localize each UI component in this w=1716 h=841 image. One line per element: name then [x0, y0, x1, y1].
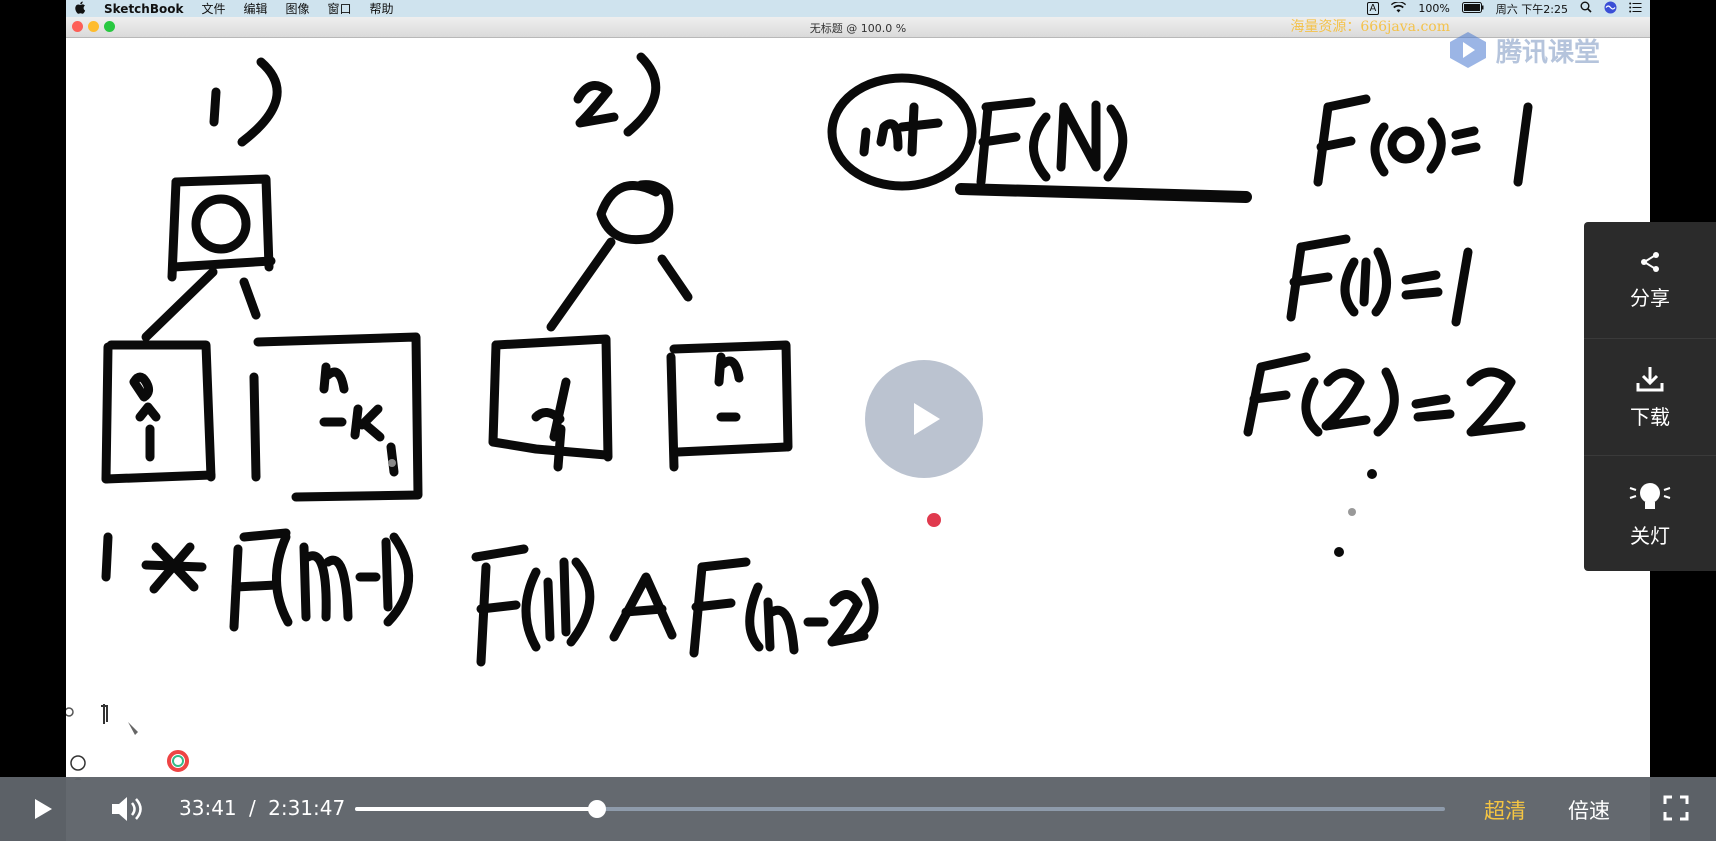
share-button[interactable]: 分享	[1584, 222, 1716, 339]
download-button[interactable]: 下载	[1584, 339, 1716, 456]
side-action-panel: 分享 下载 关灯	[1584, 222, 1716, 571]
play-icon	[914, 403, 940, 435]
wifi-icon[interactable]	[1391, 0, 1407, 16]
spotlight-search-icon[interactable]	[1580, 1, 1592, 16]
input-source-icon[interactable]: A	[1366, 2, 1380, 15]
hammer-tool-icon[interactable]	[101, 704, 108, 724]
lightbulb-icon	[1629, 482, 1671, 509]
quality-button[interactable]: 超清	[1484, 795, 1526, 825]
share-label: 分享	[1630, 285, 1670, 310]
lights-off-label: 关灯	[1630, 523, 1670, 548]
color-wheel-icon[interactable]	[167, 750, 189, 772]
settings-icon[interactable]	[66, 707, 74, 717]
sketchbook-toolbar	[66, 700, 206, 786]
whiteboard-drawing	[101, 52, 1533, 667]
menubar-status-area: A 100% 周六 下午2:25	[1366, 0, 1651, 17]
battery-icon[interactable]	[1461, 1, 1484, 16]
share-icon	[1641, 251, 1659, 272]
menu-image[interactable]: 图像	[276, 0, 318, 17]
menu-file[interactable]: 文件	[192, 0, 234, 17]
brush-tool-icon[interactable]	[128, 722, 138, 735]
big-play-button[interactable]	[865, 360, 983, 478]
video-player[interactable]: SketchBook 文件 编辑 图像 窗口 帮助 A 100% 周六 下午2:…	[0, 0, 1716, 841]
progress-handle[interactable]	[587, 800, 606, 818]
duration: 2:31:47	[268, 796, 346, 820]
watermark-text: 海量资源：666java.com	[1290, 19, 1450, 35]
menu-app-name[interactable]: SketchBook	[95, 2, 192, 16]
menu-edit[interactable]: 编辑	[234, 0, 276, 17]
menu-help[interactable]: 帮助	[361, 0, 403, 17]
current-time: 33:41	[179, 796, 237, 820]
download-label: 下载	[1630, 404, 1670, 429]
fullscreen-icon	[1663, 795, 1689, 821]
progress-played	[355, 807, 597, 811]
time-display: 33:41 / 2:31:47	[179, 796, 345, 820]
battery-percent: 100%	[1418, 2, 1450, 15]
lights-off-button[interactable]: 关灯	[1584, 456, 1716, 572]
download-icon	[1636, 366, 1664, 391]
fullscreen-button[interactable]	[1663, 795, 1689, 825]
siri-icon[interactable]	[1604, 1, 1617, 17]
mac-menubar: SketchBook 文件 编辑 图像 窗口 帮助 A 100% 周六 下午2:…	[66, 0, 1650, 17]
notification-center-icon[interactable]	[1629, 2, 1642, 16]
play-button[interactable]	[32, 797, 54, 825]
video-frame: SketchBook 文件 编辑 图像 窗口 帮助 A 100% 周六 下午2:…	[66, 0, 1650, 841]
player-control-bar: 33:41 / 2:31:47 超清 倍速	[0, 777, 1716, 841]
clock[interactable]: 周六 下午2:25	[1496, 1, 1568, 17]
play-icon	[35, 799, 52, 819]
volume-icon	[112, 797, 142, 821]
time-separator: /	[249, 796, 256, 820]
speed-button[interactable]: 倍速	[1568, 795, 1610, 825]
volume-button[interactable]	[110, 794, 144, 828]
progress-bar[interactable]	[355, 800, 1445, 818]
menu-window[interactable]: 窗口	[319, 0, 361, 17]
apple-icon	[66, 1, 95, 17]
brush-puck-icon[interactable]	[70, 755, 86, 771]
